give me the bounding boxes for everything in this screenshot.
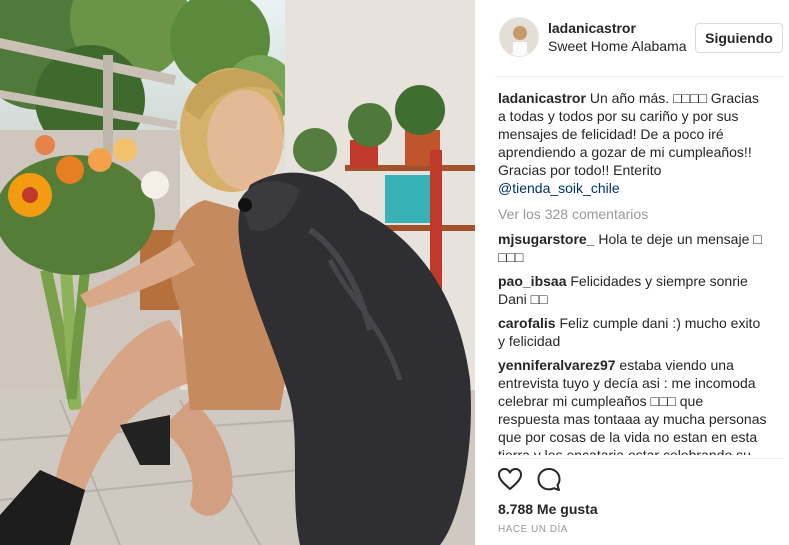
caption: ladanicastror Un año más. □□□□ Gracias a… (498, 89, 768, 197)
comment-username[interactable]: pao_ibsaa (498, 273, 566, 289)
caption-username[interactable]: ladanicastror (498, 90, 586, 106)
view-comments-link[interactable]: Ver los 328 comentarios (498, 205, 768, 223)
comment-username[interactable]: carofalis (498, 315, 556, 331)
comment-username[interactable]: yenniferalvarez97 (498, 357, 616, 373)
likes-count[interactable]: 8.788 Me gusta (498, 501, 598, 517)
post-header: ladanicastror Sweet Home Alabama Siguien… (475, 0, 789, 77)
comment-item: mjsugarstore_ Hola te deje un mensaje □ … (498, 230, 768, 266)
post-photo-image (0, 0, 475, 545)
actions-divider (495, 458, 783, 459)
post-username[interactable]: ladanicastror (548, 20, 636, 36)
comments-list[interactable]: ladanicastror Un año más. □□□□ Gracias a… (498, 89, 768, 455)
comment-item: carofalis Feliz cumple dani :) mucho exi… (498, 314, 768, 350)
following-button[interactable]: Siguiendo (695, 23, 783, 53)
post-sidebar: ladanicastror Sweet Home Alabama Siguien… (475, 0, 789, 545)
comment-username[interactable]: mjsugarstore_ (498, 231, 594, 247)
comment-item: pao_ibsaa Felicidades y siempre sonrie D… (498, 272, 768, 308)
avatar[interactable] (499, 17, 539, 57)
header-divider (495, 76, 783, 77)
caption-mention[interactable]: @tienda_soik_chile (498, 180, 620, 196)
heart-icon[interactable] (497, 467, 523, 496)
post-location[interactable]: Sweet Home Alabama (548, 38, 688, 54)
avatar-image (500, 18, 538, 56)
post-timestamp[interactable]: HACE UN DÍA (498, 524, 568, 535)
comment-icon[interactable] (536, 467, 562, 498)
post-photo[interactable] (0, 0, 475, 545)
comment-item: yenniferalvarez97 estaba viendo una entr… (498, 356, 768, 455)
